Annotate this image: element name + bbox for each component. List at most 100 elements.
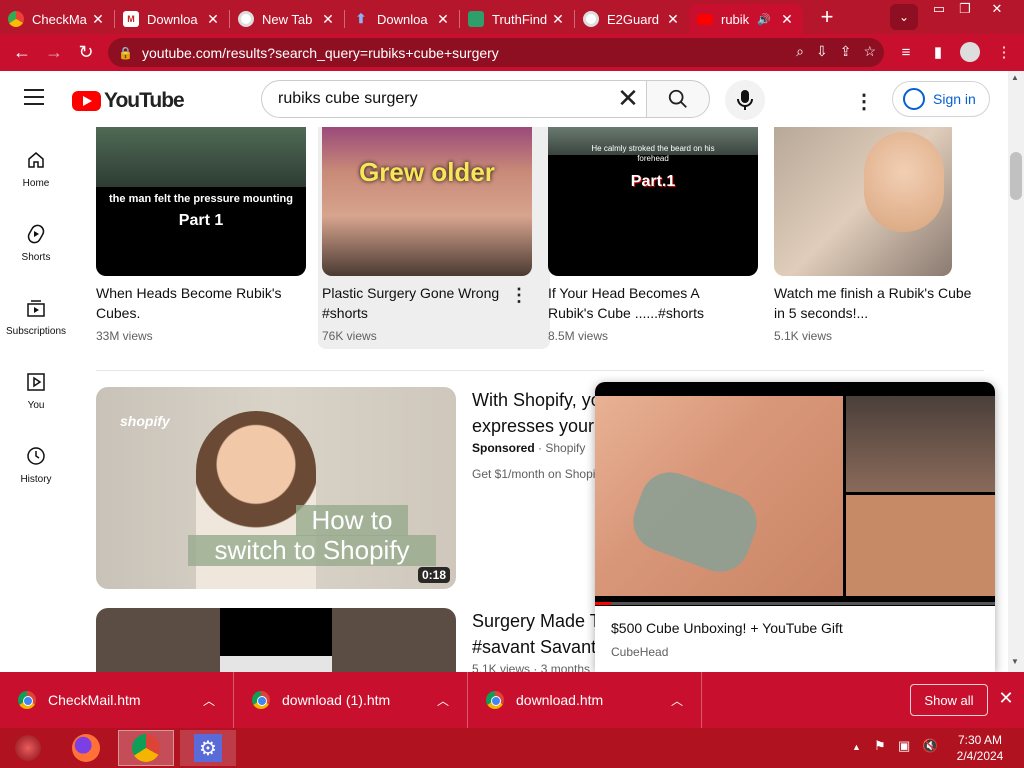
short-thumbnail-3[interactable]: He calmly stroked the beard on his foreh… xyxy=(548,127,758,276)
ad-title[interactable]: expresses your xyxy=(472,413,594,439)
close-icon[interactable]: ✕ xyxy=(320,11,336,28)
side-panel-icon[interactable]: ▮ xyxy=(924,38,952,66)
volume-muted-icon[interactable]: 🔇 xyxy=(922,738,938,754)
short-thumbnail-1[interactable]: the man felt the pressure mounting Part … xyxy=(96,127,306,276)
tab-new-tab[interactable]: New Tab ✕ xyxy=(230,4,344,34)
youtube-icon xyxy=(697,13,713,25)
tab-download-2[interactable]: ⬆ Downloa ✕ xyxy=(345,4,459,34)
miniplayer-video[interactable] xyxy=(595,382,995,606)
voice-search-button[interactable] xyxy=(725,80,765,120)
chevron-up-icon[interactable]: ︿ xyxy=(437,692,449,709)
taskbar-chrome[interactable] xyxy=(118,730,174,766)
guide-shorts[interactable]: Shorts xyxy=(0,222,72,282)
video-title[interactable]: Surgery Made T xyxy=(472,608,601,634)
logo-text: YouTube xyxy=(104,89,185,112)
guide-home[interactable]: Home xyxy=(0,148,72,208)
short-title[interactable]: Plastic Surgery Gone Wrong #shorts xyxy=(322,283,512,323)
download-item[interactable]: download.htm ︿ xyxy=(468,672,702,728)
short-title[interactable]: If Your Head Becomes A Rubik's Cube ....… xyxy=(548,283,748,323)
close-icon[interactable]: ✕ xyxy=(90,11,106,28)
short-title[interactable]: Watch me finish a Rubik's Cube in 5 seco… xyxy=(774,283,974,323)
show-hidden-icons[interactable]: ▲ xyxy=(852,742,861,752)
tab-download[interactable]: M Downloa ✕ xyxy=(115,4,229,34)
tab-e2guard[interactable]: E2Guard ✕ xyxy=(575,4,689,34)
more-options-icon[interactable]: ⋮ xyxy=(510,285,528,306)
speaker-icon[interactable]: 🔊 xyxy=(757,13,771,26)
short-thumbnail-4[interactable] xyxy=(774,127,952,276)
profile-icon[interactable] xyxy=(956,38,984,66)
close-icon[interactable]: ✕ xyxy=(996,688,1016,712)
search-query: rubiks cube surgery xyxy=(278,90,418,107)
close-window-button[interactable]: ✕ xyxy=(982,0,1012,18)
chrome-menu-icon[interactable]: ⋮ xyxy=(990,38,1018,66)
tab-search-button[interactable]: ⌄ xyxy=(890,4,918,30)
close-icon[interactable]: ✕ xyxy=(665,11,681,28)
flag-icon[interactable]: ⚑ xyxy=(874,738,886,754)
taskbar-settings[interactable]: ⚙ xyxy=(180,730,236,766)
miniplayer-channel[interactable]: CubeHead xyxy=(611,645,668,659)
guide-subscriptions[interactable]: Subscriptions xyxy=(0,296,72,356)
ad-title[interactable]: With Shopify, yo xyxy=(472,387,601,413)
close-icon[interactable]: ✕ xyxy=(550,11,566,28)
close-icon[interactable]: ✕ xyxy=(435,11,451,28)
miniplayer[interactable]: $500 Cube Unboxing! + YouTube Gift CubeH… xyxy=(595,382,995,672)
bookmark-star-icon[interactable]: ☆ xyxy=(863,43,876,60)
close-icon[interactable]: ✕ xyxy=(205,11,221,28)
new-tab-button[interactable]: + xyxy=(813,3,841,31)
settings-menu-icon[interactable]: ⋮ xyxy=(854,89,874,113)
reload-button[interactable]: ↻ xyxy=(70,36,102,68)
short-title[interactable]: When Heads Become Rubik's Cubes. xyxy=(96,283,296,323)
short-thumbnail-2[interactable]: Grew older xyxy=(322,127,532,276)
install-icon[interactable]: ⇩ xyxy=(816,43,828,60)
system-clock[interactable]: 7:30 AM 2/4/2024 xyxy=(950,732,1010,764)
back-button[interactable]: ← xyxy=(6,36,38,68)
short-views: 33M views xyxy=(96,329,153,343)
tab-youtube[interactable]: rubik 🔊 ✕ xyxy=(689,4,803,34)
search-button[interactable] xyxy=(646,80,710,118)
youtube-logo[interactable]: YouTube xyxy=(72,89,185,113)
scrollbar-thumb[interactable] xyxy=(1010,152,1022,200)
guide-you[interactable]: You xyxy=(0,370,72,430)
guide-history[interactable]: History xyxy=(0,444,72,504)
menu-icon[interactable] xyxy=(24,89,44,105)
ad-sponsor-row: Sponsored · Shopify xyxy=(472,441,585,455)
share-icon[interactable]: ⇪ xyxy=(840,43,852,60)
youtube-play-icon xyxy=(72,91,101,111)
download-item[interactable]: CheckMail.htm ︿ xyxy=(0,672,234,728)
ad-thumbnail[interactable]: shopify How to switch to Shopify 0:18 xyxy=(96,387,456,589)
media-control-icon[interactable]: ≡ xyxy=(892,38,920,66)
download-filename: download (1).htm xyxy=(282,692,391,708)
search-input[interactable]: rubiks cube surgery ✕ xyxy=(261,80,647,118)
search-icon[interactable]: ⌕ xyxy=(796,43,804,60)
sponsor-name[interactable]: Shopify xyxy=(545,441,585,455)
start-button[interactable] xyxy=(0,730,56,766)
guide-label: Home xyxy=(22,178,50,189)
miniplayer-title[interactable]: $500 Cube Unboxing! + YouTube Gift xyxy=(611,620,843,636)
video-thumbnail[interactable] xyxy=(96,608,456,672)
history-icon xyxy=(24,444,48,468)
chrome-icon xyxy=(238,11,254,27)
lock-icon[interactable]: 🔒 xyxy=(118,46,138,60)
download-filename: download.htm xyxy=(516,692,604,708)
scroll-up-arrow[interactable]: ▲ xyxy=(1011,73,1019,82)
sign-in-button[interactable]: Sign in xyxy=(892,81,990,117)
restore-button[interactable]: ❐ xyxy=(950,0,980,18)
video-frame-right-top xyxy=(846,396,995,492)
forward-button[interactable]: → xyxy=(38,36,70,68)
clear-search-icon[interactable]: ✕ xyxy=(616,85,640,111)
show-all-button[interactable]: Show all xyxy=(910,684,988,716)
taskbar-firefox[interactable] xyxy=(58,730,114,766)
close-icon[interactable]: ✕ xyxy=(779,11,795,28)
progress-bar[interactable] xyxy=(595,602,995,605)
tab-label: New Tab xyxy=(262,11,313,27)
start-orb-icon xyxy=(15,735,41,761)
download-item[interactable]: download (1).htm ︿ xyxy=(234,672,468,728)
tab-checkmail[interactable]: CheckMa ✕ xyxy=(0,4,114,34)
chevron-up-icon[interactable]: ︿ xyxy=(203,692,215,709)
tab-truthfinder[interactable]: TruthFind ✕ xyxy=(460,4,574,34)
video-title[interactable]: #savant Savant xyxy=(472,634,596,660)
address-bar[interactable]: 🔒 youtube.com/results?search_query=rubik… xyxy=(108,38,884,67)
chevron-up-icon[interactable]: ︿ xyxy=(671,692,683,709)
network-icon[interactable]: ▣ xyxy=(898,738,910,754)
scroll-down-arrow[interactable]: ▼ xyxy=(1011,657,1019,666)
